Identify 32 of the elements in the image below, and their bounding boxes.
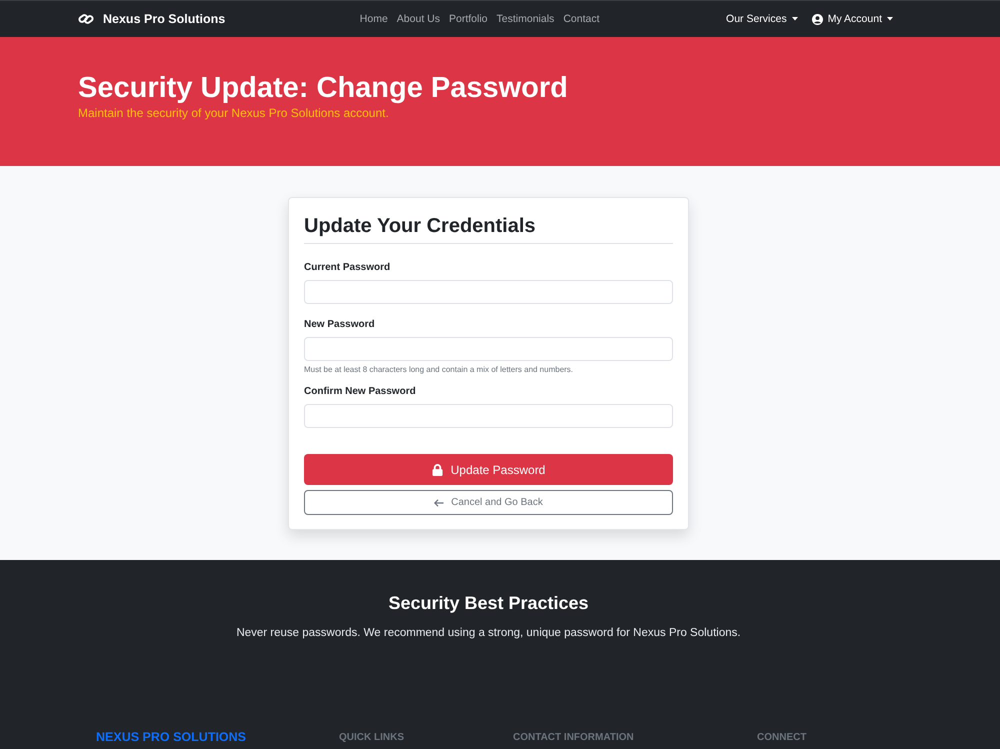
dropdown-menu-toggle[interactable]: Our Services — [726, 13, 798, 25]
card-title: Update Your Credentials — [304, 214, 537, 239]
user-circle-icon — [812, 14, 823, 24]
caret-icon — [887, 17, 893, 21]
footer-heading: QUICK LINKS — [339, 731, 404, 744]
cancel-button[interactable]: Cancel and Go Back — [304, 490, 673, 515]
field-label: Confirm New Password — [304, 385, 417, 398]
nav-link[interactable]: Testimonials — [496, 13, 554, 25]
footer-brand: NEXUS PRO SOLUTIONS — [96, 730, 246, 745]
caret-icon — [792, 17, 798, 21]
field-label: Current Password — [304, 261, 392, 274]
password-field[interactable] — [304, 280, 673, 304]
link-icon — [78, 13, 94, 25]
lock-icon — [432, 464, 443, 476]
nav-link[interactable]: Contact — [563, 13, 600, 25]
section-title: Security Best Practices — [388, 592, 589, 614]
nav-link[interactable]: About Us — [396, 13, 440, 25]
password-field[interactable] — [304, 404, 673, 428]
nav-link[interactable]: Home — [360, 13, 388, 25]
update-password-button[interactable]: Update Password — [304, 454, 673, 485]
footer-heading: CONNECT — [757, 731, 806, 744]
dropdown-menu-toggle[interactable]: My Account — [812, 13, 893, 25]
page-title: Security Update: Change Password — [78, 71, 568, 106]
password-field[interactable] — [304, 337, 673, 361]
footer-heading: CONTACT INFORMATION — [513, 731, 634, 744]
section-text: Never reuse passwords. We recommend using a strong, unique password for Nexus Pro Solutions. — [236, 626, 741, 641]
arrow-left-icon — [434, 498, 444, 506]
field-label: New Password — [304, 318, 376, 331]
help-text: Must be at least 8 characters long and contain a mix of letters and numbers. — [304, 364, 574, 375]
brand-link[interactable]: Nexus Pro Solutions — [78, 12, 226, 26]
page-subtitle: Maintain the security of your Nexus Pro Solutions account. — [78, 106, 389, 120]
nav-link[interactable]: Portfolio — [449, 13, 488, 25]
